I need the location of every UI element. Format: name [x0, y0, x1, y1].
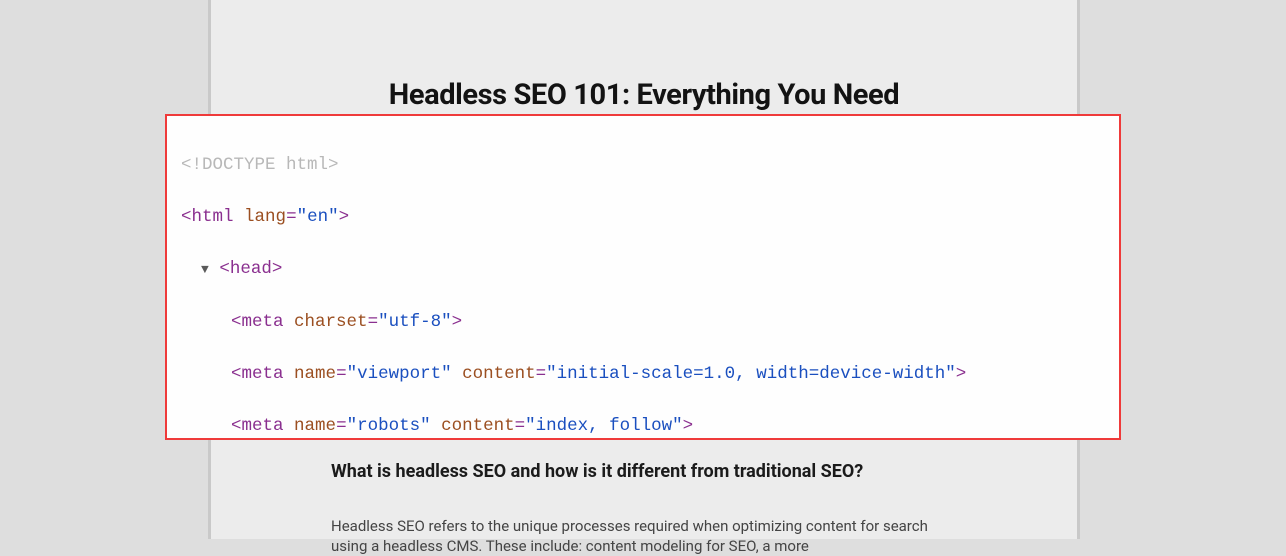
article-heading-wrap: Headless SEO 101: Everything You Need	[211, 0, 1077, 112]
code-html-tag: html	[192, 207, 234, 227]
section-heading: What is headless SEO and how is it diffe…	[331, 460, 956, 484]
code-head-tag: head	[230, 259, 272, 279]
section-body-wrap: Headless SEO refers to the unique proces…	[331, 516, 956, 556]
article-title: Headless SEO 101: Everything You Need	[211, 78, 1077, 112]
expand-caret-icon[interactable]: ▼	[201, 262, 209, 277]
section-heading-wrap: What is headless SEO and how is it diffe…	[331, 460, 956, 484]
section-body-text: Headless SEO refers to the unique proces…	[331, 516, 956, 556]
html-source-code-box: <!DOCTYPE html> <html lang="en"> ▼ <head…	[165, 114, 1121, 440]
code-doctype: <!DOCTYPE html>	[181, 155, 339, 175]
